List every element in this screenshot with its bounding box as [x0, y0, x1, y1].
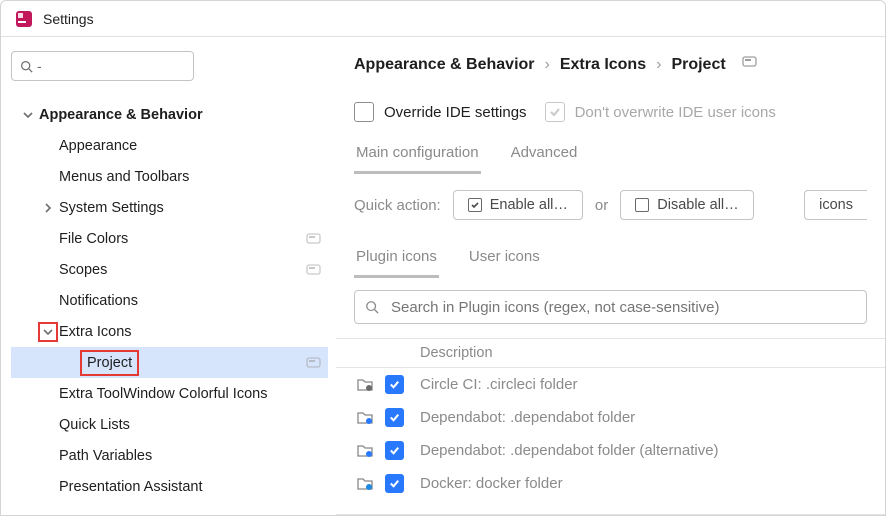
quick-label: Quick action: — [354, 197, 441, 214]
folder-icon — [336, 376, 376, 394]
checkbox-box — [545, 102, 565, 122]
search-input[interactable]: - — [11, 51, 194, 81]
folder-icon — [336, 475, 376, 493]
tree-item-label: Scopes — [59, 262, 306, 278]
tree-item[interactable]: Appearance — [11, 130, 328, 161]
folder-icon — [336, 409, 376, 427]
tree-item[interactable]: Path Variables — [11, 440, 328, 471]
row-description: Docker: docker folder — [412, 475, 885, 492]
row-checkbox[interactable] — [376, 375, 412, 394]
chevron-down-icon[interactable] — [19, 106, 37, 124]
breadcrumb-part: Extra Icons — [560, 56, 646, 74]
scope-tag-icon — [742, 55, 758, 74]
tree-root-label: Appearance & Behavior — [39, 107, 322, 123]
row-checkbox[interactable] — [376, 441, 412, 460]
tree-item-label: Notifications — [59, 293, 322, 309]
settings-tree: Appearance & Behavior Appearance Menus an… — [11, 99, 328, 502]
tree-item[interactable]: Menus and Toolbars — [11, 161, 328, 192]
table-row[interactable]: Docker: docker folder — [336, 467, 885, 500]
search-field[interactable] — [46, 58, 185, 75]
tree-item-label: File Colors — [59, 231, 306, 247]
table-row[interactable]: Dependabot: .dependabot folder — [336, 401, 885, 434]
chevron-right-icon[interactable] — [39, 199, 57, 217]
breadcrumb: Appearance & Behavior › Extra Icons › Pr… — [336, 55, 885, 74]
scope-tag-icon — [306, 232, 322, 246]
tree-item[interactable]: File Colors — [11, 223, 328, 254]
dont-overwrite-label: Don't overwrite IDE user icons — [575, 104, 776, 121]
tab-plugin-icons[interactable]: Plugin icons — [354, 242, 439, 278]
scope-tag-icon — [306, 263, 322, 277]
plugin-search-field[interactable] — [389, 298, 856, 317]
table-header: Description — [336, 339, 885, 368]
row-description: Dependabot: .dependabot folder — [412, 409, 885, 426]
app-icon — [15, 10, 33, 28]
tree-item[interactable]: Quick Lists — [11, 409, 328, 440]
breadcrumb-part: Appearance & Behavior — [354, 56, 535, 74]
tree-item[interactable]: System Settings — [11, 192, 328, 223]
row-description: Circle CI: .circleci folder — [412, 376, 885, 393]
tree-item-label: Extra ToolWindow Colorful Icons — [59, 386, 322, 402]
tab-user-icons[interactable]: User icons — [467, 242, 542, 278]
plugin-search[interactable] — [354, 290, 867, 324]
icon-table: Description Circle CI: .circleci folder D… — [336, 338, 885, 515]
tree-root[interactable]: Appearance & Behavior — [11, 99, 328, 130]
checkbox-checked-icon — [468, 198, 482, 212]
icons-button[interactable]: icons — [804, 190, 867, 220]
tree-item[interactable]: Scopes — [11, 254, 328, 285]
override-label: Override IDE settings — [384, 104, 527, 121]
breadcrumb-sep: › — [545, 56, 550, 74]
disable-all-button[interactable]: Disable all… — [620, 190, 753, 220]
tree-item-label: Project — [81, 351, 138, 375]
quick-action-row: Quick action: Enable all… or Disable all… — [336, 174, 885, 226]
window-title: Settings — [43, 11, 94, 27]
options-row: Override IDE settings Don't overwrite ID… — [336, 74, 885, 132]
table-row[interactable]: Circle CI: .circleci folder — [336, 368, 885, 401]
checkbox-empty-icon — [635, 198, 649, 212]
icon-tabs: Plugin icons User icons — [336, 226, 885, 278]
main-tabs: Main configuration Advanced — [336, 132, 885, 174]
breadcrumb-sep: › — [656, 56, 661, 74]
breadcrumb-part: Project — [671, 56, 725, 74]
titlebar: Settings — [1, 1, 885, 37]
tree-item-label: Menus and Toolbars — [59, 169, 322, 185]
content-panel: Appearance & Behavior › Extra Icons › Pr… — [336, 37, 885, 515]
tree-item[interactable]: Extra Icons — [11, 316, 328, 347]
row-checkbox[interactable] — [376, 408, 412, 427]
search-icon — [20, 60, 33, 73]
tree-item-label: Extra Icons — [59, 324, 322, 340]
tree-item[interactable]: Notifications — [11, 285, 328, 316]
chevron-down-icon[interactable] — [39, 323, 57, 341]
tree-item-label: Appearance — [59, 138, 322, 154]
tab-main[interactable]: Main configuration — [354, 138, 481, 174]
tree-item-label: Presentation Assistant — [59, 479, 322, 495]
folder-icon — [336, 442, 376, 460]
sidebar: - Appearance & Behavior Appearance Menus … — [1, 37, 336, 515]
enable-all-button[interactable]: Enable all… — [453, 190, 583, 220]
dont-overwrite-checkbox: Don't overwrite IDE user icons — [545, 102, 776, 122]
row-checkbox[interactable] — [376, 474, 412, 493]
tree-item-label: System Settings — [59, 200, 322, 216]
tree-item-label: Quick Lists — [59, 417, 322, 433]
table-row[interactable]: Dependabot: .dependabot folder (alternat… — [336, 434, 885, 467]
tree-item[interactable]: Project — [11, 347, 328, 378]
tree-item-label: Path Variables — [59, 448, 322, 464]
override-checkbox[interactable]: Override IDE settings — [354, 102, 527, 122]
tree-item[interactable]: Presentation Assistant — [11, 471, 328, 502]
col-description: Description — [412, 345, 885, 361]
check-icon — [548, 105, 562, 119]
scope-tag-icon — [306, 356, 322, 370]
or-label: or — [595, 197, 608, 214]
tab-advanced[interactable]: Advanced — [509, 138, 580, 174]
search-icon — [365, 300, 379, 314]
row-description: Dependabot: .dependabot folder (alternat… — [412, 442, 885, 459]
checkbox-box — [354, 102, 374, 122]
tree-item[interactable]: Extra ToolWindow Colorful Icons — [11, 378, 328, 409]
